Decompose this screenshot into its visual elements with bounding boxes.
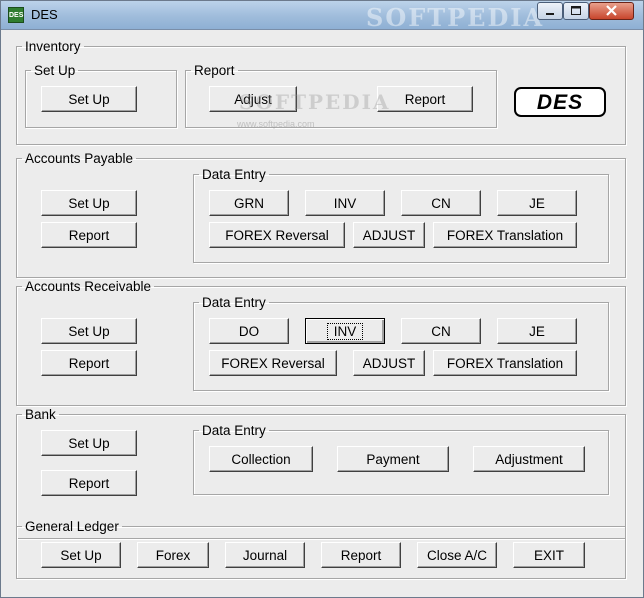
inventory-report-title: Report bbox=[194, 63, 235, 78]
window-title: DES bbox=[31, 7, 58, 22]
app-icon[interactable]: DES bbox=[8, 7, 24, 23]
ar-cn-button[interactable]: CN bbox=[401, 318, 481, 344]
gl-journal-button[interactable]: Journal bbox=[225, 542, 305, 568]
bank-report-button[interactable]: Report bbox=[41, 470, 137, 496]
ar-inv-label: INV bbox=[326, 322, 364, 340]
ap-forex-translation-button[interactable]: FOREX Translation bbox=[433, 222, 577, 248]
ap-grn-button[interactable]: GRN bbox=[209, 190, 289, 216]
gl-exit-button[interactable]: EXIT bbox=[513, 542, 585, 568]
ap-adjust-button[interactable]: ADJUST bbox=[353, 222, 425, 248]
inventory-title: Inventory bbox=[25, 39, 81, 54]
des-logo-text: DES bbox=[536, 91, 584, 114]
ar-adjust-button[interactable]: ADJUST bbox=[353, 350, 425, 376]
ap-setup-button[interactable]: Set Up bbox=[41, 190, 137, 216]
ap-forex-reversal-button[interactable]: FOREX Reversal bbox=[209, 222, 345, 248]
ar-forex-translation-button[interactable]: FOREX Translation bbox=[433, 350, 577, 376]
maximize-button[interactable] bbox=[563, 2, 589, 20]
bank-setup-button[interactable]: Set Up bbox=[41, 430, 137, 456]
maximize-icon bbox=[571, 6, 581, 15]
title-bar[interactable]: DES DES SOFTPEDIA bbox=[1, 1, 643, 32]
general-ledger-title: General Ledger bbox=[25, 519, 119, 534]
softpedia-watermark: SOFTPEDIA bbox=[239, 90, 391, 114]
client-area: Inventory Set Up Set Up Report Adjust Re… bbox=[1, 30, 643, 597]
minimize-icon bbox=[546, 13, 554, 15]
ar-do-button[interactable]: DO bbox=[209, 318, 289, 344]
ap-inv-button[interactable]: INV bbox=[305, 190, 385, 216]
inventory-setup-button[interactable]: Set Up bbox=[41, 86, 137, 112]
ar-data-entry-title: Data Entry bbox=[202, 295, 266, 310]
inventory-report-button[interactable]: Report bbox=[377, 86, 473, 112]
bank-title: Bank bbox=[25, 407, 56, 422]
gl-report-button[interactable]: Report bbox=[321, 542, 401, 568]
close-button[interactable] bbox=[589, 2, 634, 20]
gl-setup-button[interactable]: Set Up bbox=[41, 542, 121, 568]
bank-payment-button[interactable]: Payment bbox=[337, 446, 449, 472]
gl-forex-button[interactable]: Forex bbox=[137, 542, 209, 568]
ap-je-button[interactable]: JE bbox=[497, 190, 577, 216]
accounts-payable-title: Accounts Payable bbox=[25, 151, 134, 166]
bank-data-entry-title: Data Entry bbox=[202, 423, 266, 438]
ar-inv-button[interactable]: INV bbox=[305, 318, 385, 344]
close-icon bbox=[606, 5, 617, 16]
watermark: SOFTPEDIA bbox=[366, 3, 545, 32]
bank-adjustment-button[interactable]: Adjustment bbox=[473, 446, 585, 472]
accounts-receivable-title: Accounts Receivable bbox=[25, 279, 152, 294]
ap-report-button[interactable]: Report bbox=[41, 222, 137, 248]
ap-data-entry-title: Data Entry bbox=[202, 167, 266, 182]
ar-setup-button[interactable]: Set Up bbox=[41, 318, 137, 344]
ar-forex-reversal-button[interactable]: FOREX Reversal bbox=[209, 350, 337, 376]
bank-collection-button[interactable]: Collection bbox=[209, 446, 313, 472]
des-logo: DES bbox=[514, 87, 606, 117]
des-window: DES DES SOFTPEDIA Inventory Set Up Set U… bbox=[0, 0, 644, 598]
gl-close-ac-button[interactable]: Close A/C bbox=[417, 542, 497, 568]
softpedia-url: www.softpedia.com bbox=[237, 119, 315, 129]
ar-je-button[interactable]: JE bbox=[497, 318, 577, 344]
inventory-setup-title: Set Up bbox=[34, 63, 76, 78]
ap-cn-button[interactable]: CN bbox=[401, 190, 481, 216]
ar-report-button[interactable]: Report bbox=[41, 350, 137, 376]
minimize-button[interactable] bbox=[537, 2, 563, 20]
